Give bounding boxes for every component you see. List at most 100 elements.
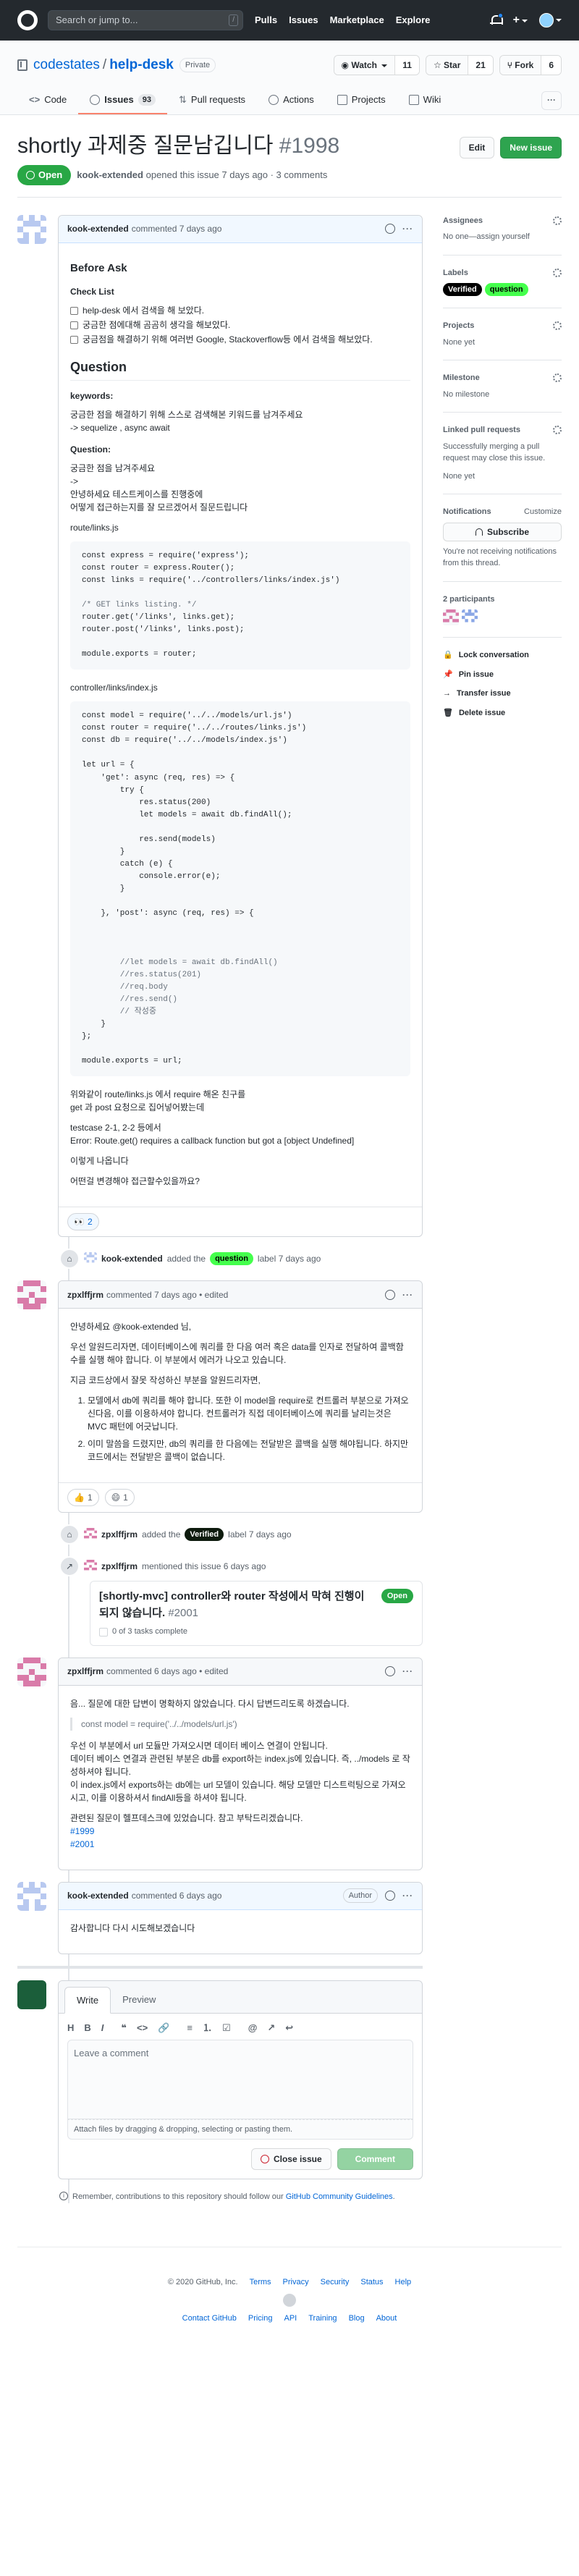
label-question[interactable]: question <box>210 1252 253 1266</box>
edited-dropdown[interactable]: • edited <box>199 1665 228 1678</box>
event-actor-link[interactable]: zpxlffjrm <box>101 1528 138 1541</box>
italic-icon[interactable]: I <box>101 2021 104 2035</box>
reaction-eyes[interactable]: 👀 2 <box>67 1213 99 1231</box>
github-logo-icon[interactable] <box>17 10 38 30</box>
star-button[interactable]: ☆ Star 21 <box>425 55 494 75</box>
participant-avatar[interactable] <box>462 609 478 625</box>
bold-icon[interactable]: B <box>84 2021 90 2035</box>
comment-menu-icon[interactable]: ··· <box>402 1288 413 1301</box>
heading-icon[interactable]: H <box>67 2021 74 2035</box>
repo-owner-link[interactable]: codestates <box>33 57 100 72</box>
footer-link-terms[interactable]: Terms <box>250 2276 271 2289</box>
issue-author-link[interactable]: kook-extended <box>77 168 143 182</box>
search-input[interactable]: Search or jump to... / <box>48 10 243 30</box>
comment-time[interactable]: commented 6 days ago <box>106 1665 197 1678</box>
label-verified[interactable]: Verified <box>185 1528 224 1542</box>
task-list-icon[interactable]: ☑ <box>222 2021 231 2035</box>
issue-link[interactable]: #1999 <box>70 1826 94 1836</box>
comment-time[interactable]: commented 7 days ago <box>106 1288 197 1301</box>
subscribe-button[interactable]: Subscribe <box>443 522 562 541</box>
comment-author-link[interactable]: kook-extended <box>67 1889 129 1902</box>
avatar[interactable] <box>17 214 46 244</box>
tab-actions[interactable]: Actions <box>257 87 326 114</box>
avatar[interactable] <box>17 1280 46 1310</box>
edit-button[interactable]: Edit <box>459 136 495 159</box>
ordered-list-icon[interactable]: ⒈ <box>203 2021 212 2035</box>
comment-button[interactable]: Comment <box>337 2148 413 2171</box>
code-icon[interactable]: <> <box>137 2021 148 2035</box>
tab-write[interactable]: Write <box>64 1986 111 2014</box>
nav-issues[interactable]: Issues <box>289 13 318 28</box>
gear-icon[interactable] <box>553 321 562 331</box>
add-reaction-icon[interactable] <box>385 1891 395 1901</box>
comment-menu-icon[interactable]: ··· <box>402 1889 413 1902</box>
participant-avatar[interactable] <box>443 609 459 625</box>
quote-icon[interactable]: ❝ <box>121 2021 127 2035</box>
footer-link-contact[interactable]: Contact GitHub <box>182 2313 237 2325</box>
comment-menu-icon[interactable]: ··· <box>402 1665 413 1678</box>
notifications-bell-icon[interactable] <box>489 13 503 26</box>
reply-icon[interactable]: ↩ <box>285 2021 293 2035</box>
transfer-issue-button[interactable]: → Transfer issue <box>443 688 562 700</box>
comment-author-link[interactable]: zpxlffjrm <box>67 1288 103 1301</box>
event-actor-link[interactable]: kook-extended <box>101 1252 163 1265</box>
comment-author-link[interactable]: kook-extended <box>67 222 129 235</box>
github-logo-icon[interactable] <box>283 2294 296 2307</box>
comment-time[interactable]: commented 7 days ago <box>132 222 222 235</box>
avatar[interactable] <box>17 1881 46 1911</box>
avatar[interactable] <box>17 1980 46 2009</box>
gear-icon[interactable] <box>553 268 562 277</box>
gear-icon[interactable] <box>553 216 562 225</box>
comment-textarea[interactable]: Leave a comment <box>67 2039 413 2119</box>
avatar[interactable] <box>84 1528 97 1541</box>
watch-button[interactable]: ◉ Watch 11 <box>333 55 420 75</box>
guidelines-link[interactable]: GitHub Community Guidelines <box>286 2192 393 2201</box>
add-reaction-icon[interactable] <box>385 1666 395 1677</box>
tab-issues[interactable]: Issues 93 <box>78 87 167 114</box>
reaction-thumbs-up[interactable]: 👍 1 <box>67 1489 99 1507</box>
avatar[interactable] <box>84 1560 97 1573</box>
footer-link-pricing[interactable]: Pricing <box>248 2313 273 2325</box>
mention-icon[interactable]: @ <box>248 2021 258 2035</box>
tab-code[interactable]: <> Code <box>17 87 78 114</box>
comment-author-link[interactable]: zpxlffjrm <box>67 1665 103 1678</box>
reaction-laugh[interactable]: 😄 1 <box>104 1489 135 1507</box>
link-icon[interactable]: 🔗 <box>158 2021 169 2035</box>
customize-link[interactable]: Customize <box>524 506 562 518</box>
footer-link-training[interactable]: Training <box>308 2313 337 2325</box>
new-issue-button[interactable]: New issue <box>500 136 562 159</box>
unordered-list-icon[interactable]: ≡ <box>187 2021 193 2035</box>
tab-wiki[interactable]: Wiki <box>397 87 453 114</box>
comment-menu-icon[interactable]: ··· <box>402 222 413 235</box>
label-question[interactable]: question <box>484 283 528 296</box>
user-menu[interactable] <box>539 13 562 28</box>
comment-time[interactable]: commented 6 days ago <box>132 1889 222 1902</box>
footer-link-api[interactable]: API <box>284 2313 297 2325</box>
repo-name-link[interactable]: help-desk <box>109 57 174 72</box>
add-reaction-icon[interactable] <box>385 224 395 234</box>
delete-issue-button[interactable]: 🗑 Delete issue <box>443 707 562 719</box>
label-verified[interactable]: Verified <box>443 283 482 296</box>
cross-reference-icon[interactable]: ↗ <box>267 2021 275 2035</box>
avatar[interactable] <box>84 1252 97 1265</box>
gear-icon[interactable] <box>553 426 562 435</box>
nav-pulls[interactable]: Pulls <box>255 13 277 28</box>
issue-link[interactable]: #2001 <box>70 1839 94 1849</box>
lock-conversation-button[interactable]: 🔒 Lock conversation <box>443 649 562 662</box>
nav-explore[interactable]: Explore <box>396 13 431 28</box>
footer-link-help[interactable]: Help <box>395 2276 412 2289</box>
fork-count[interactable]: 6 <box>541 56 561 75</box>
footer-link-about[interactable]: About <box>376 2313 397 2325</box>
avatar[interactable] <box>17 1657 46 1686</box>
pin-issue-button[interactable]: 📌 Pin issue <box>443 669 562 681</box>
tab-projects[interactable]: Projects <box>326 87 397 114</box>
footer-link-status[interactable]: Status <box>360 2276 383 2289</box>
more-tabs-button[interactable]: ··· <box>541 90 562 110</box>
fork-button[interactable]: ⑂ Fork 6 <box>499 55 562 75</box>
watch-count[interactable]: 11 <box>394 56 419 75</box>
footer-link-security[interactable]: Security <box>321 2276 350 2289</box>
add-reaction-icon[interactable] <box>385 1289 395 1300</box>
xref-title[interactable]: [shortly-mvc] controller와 router 작성에서 막혀… <box>99 1589 376 1621</box>
edited-dropdown[interactable]: • edited <box>199 1288 228 1301</box>
star-count[interactable]: 21 <box>468 56 493 75</box>
